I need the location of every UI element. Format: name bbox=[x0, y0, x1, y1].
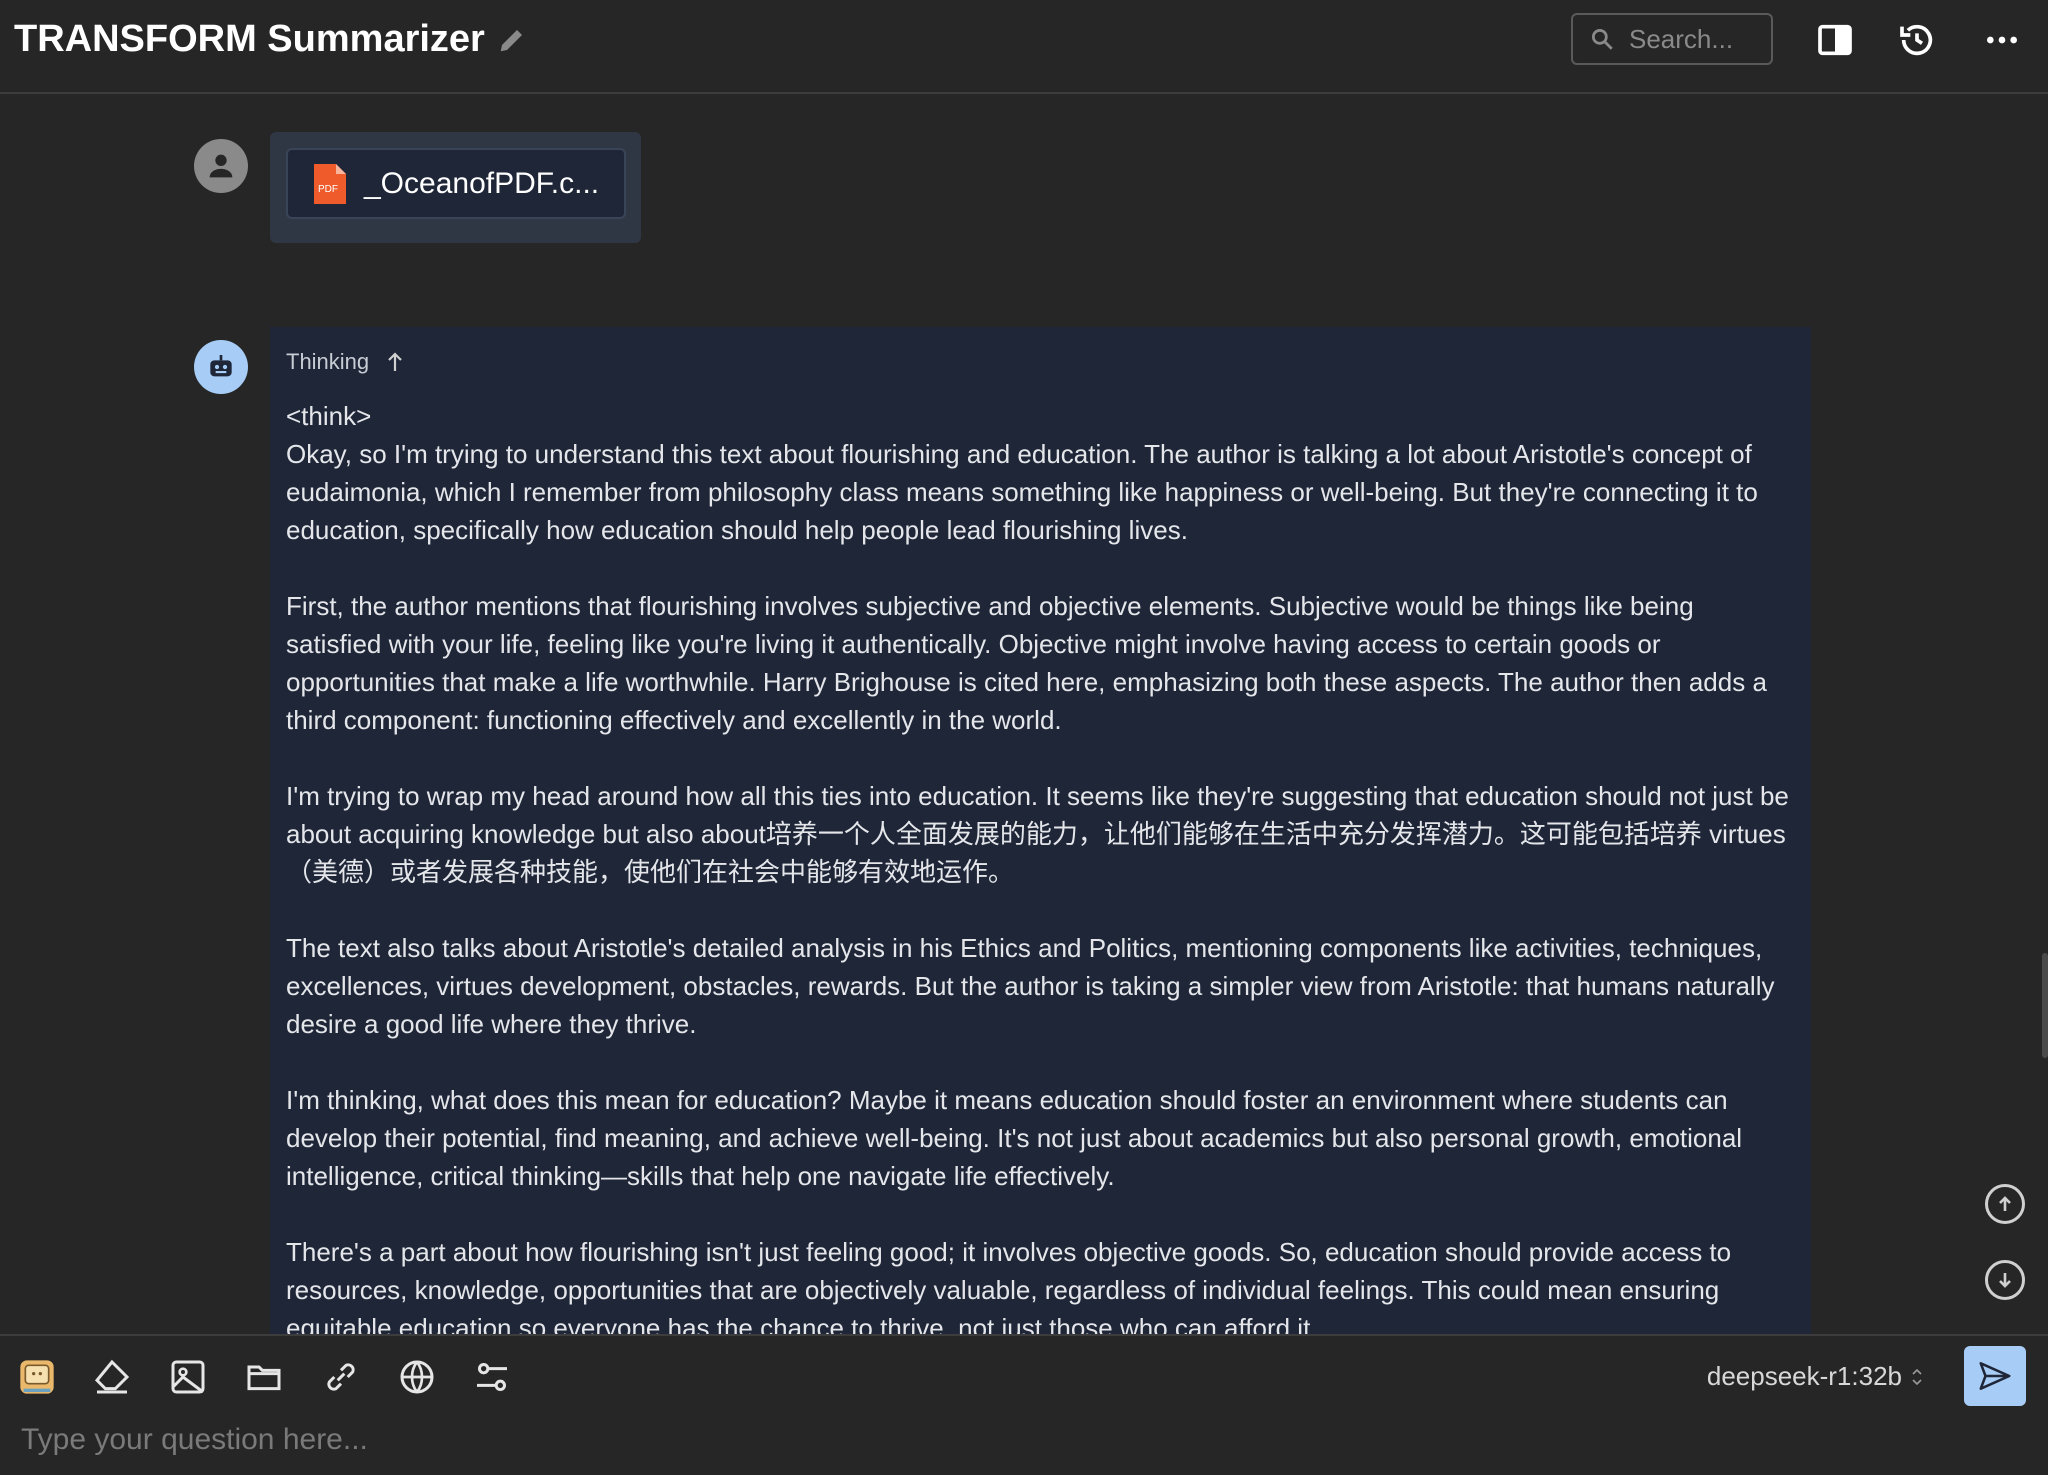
send-icon bbox=[1979, 1362, 2011, 1390]
thinking-block: Thinking <think> Okay, so I'm trying to … bbox=[270, 327, 1811, 1334]
thinking-paragraph: The text also talks about Aristotle's de… bbox=[286, 933, 1775, 1039]
arrow-up-icon bbox=[1999, 1196, 2011, 1211]
user-avatar bbox=[194, 139, 248, 193]
scroll-up-button[interactable] bbox=[1985, 1184, 2025, 1224]
image-icon[interactable] bbox=[168, 1357, 208, 1397]
assistant-avatar bbox=[194, 340, 248, 394]
arrow-up-icon bbox=[388, 352, 402, 371]
edit-pencil-icon[interactable] bbox=[497, 25, 527, 55]
attachment-chip[interactable]: PDF _OceanofPDF.c... bbox=[286, 148, 626, 219]
arrow-down-icon bbox=[1999, 1273, 2011, 1288]
search-icon bbox=[1591, 28, 1613, 50]
folder-icon[interactable] bbox=[244, 1357, 284, 1397]
search-placeholder: Search... bbox=[1629, 23, 1734, 54]
assistant-app-icon[interactable] bbox=[17, 1357, 57, 1397]
split-view-icon[interactable] bbox=[1815, 20, 1855, 60]
model-name: deepseek-r1:32b bbox=[1706, 1361, 1902, 1391]
scroll-down-button[interactable] bbox=[1985, 1260, 2025, 1300]
chat-title-text: TRANSFORM Summarizer bbox=[14, 18, 485, 60]
top-bar: TRANSFORM Summarizer Search... bbox=[0, 0, 2048, 94]
search-box[interactable]: Search... bbox=[1571, 13, 1773, 65]
robot-icon bbox=[210, 355, 232, 377]
history-icon[interactable] bbox=[1897, 20, 1937, 60]
thinking-paragraph: I'm trying to wrap my head around how al… bbox=[286, 781, 1789, 887]
user-message: PDF _OceanofPDF.c... bbox=[270, 132, 641, 243]
globe-icon[interactable] bbox=[397, 1357, 437, 1397]
scrollbar-thumb[interactable] bbox=[2042, 953, 2048, 1058]
user-icon bbox=[209, 154, 233, 178]
thinking-paragraph: First, the author mentions that flourish… bbox=[286, 591, 1767, 735]
send-button[interactable] bbox=[1964, 1346, 2026, 1406]
chat-area: PDF _OceanofPDF.c... Thinking <think> Ok… bbox=[0, 96, 2048, 1334]
pdf-file-icon: PDF bbox=[314, 163, 346, 204]
thinking-paragraph: There's a part about how flourishing isn… bbox=[286, 1237, 1732, 1334]
thinking-paragraph: <think> Okay, so I'm trying to understan… bbox=[286, 401, 1758, 545]
composer: deepseek-r1:32b bbox=[0, 1334, 2048, 1475]
eraser-icon[interactable] bbox=[92, 1357, 132, 1397]
attachment-file-name: _OceanofPDF.c... bbox=[364, 166, 600, 200]
thinking-paragraph: I'm thinking, what does this mean for ed… bbox=[286, 1085, 1743, 1191]
chat-title: TRANSFORM Summarizer bbox=[14, 18, 527, 61]
question-input[interactable] bbox=[21, 1420, 1921, 1460]
thinking-toggle[interactable]: Thinking bbox=[286, 349, 1795, 375]
svg-text:PDF: PDF bbox=[318, 184, 338, 195]
link-icon[interactable] bbox=[321, 1357, 361, 1397]
chevron-up-down-icon bbox=[1912, 1368, 1922, 1385]
thinking-label: Thinking bbox=[286, 349, 370, 374]
model-selector[interactable]: deepseek-r1:32b bbox=[1707, 1361, 1924, 1392]
settings-sliders-icon[interactable] bbox=[472, 1357, 512, 1397]
more-options-icon[interactable] bbox=[1982, 20, 2022, 60]
